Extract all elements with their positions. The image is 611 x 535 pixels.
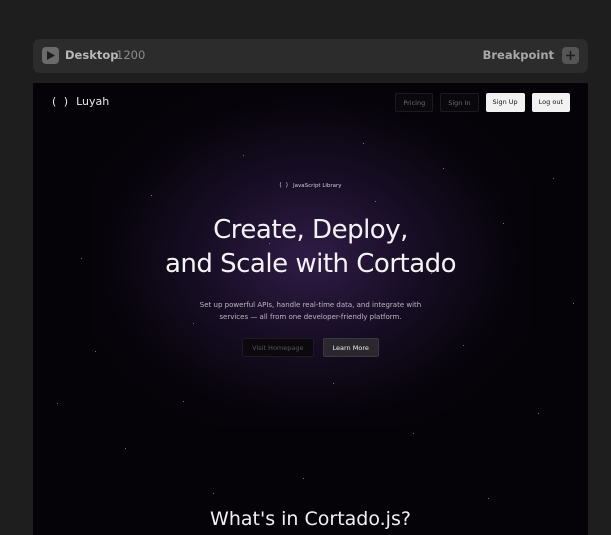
- hero-headline: Create, Deploy, and Scale with Cortado: [33, 213, 588, 281]
- hero-subtitle: Set up powerful APIs, handle real-time d…: [33, 299, 588, 323]
- visit-homepage-button[interactable]: Visit Homepage: [242, 338, 314, 357]
- star-dot: [488, 498, 489, 499]
- star-dot: [303, 478, 304, 479]
- log-out-button[interactable]: Log out: [531, 93, 570, 112]
- star-dot: [125, 448, 126, 449]
- star-dot: [57, 403, 58, 404]
- badge-text: JavaScript Library: [293, 183, 342, 189]
- features-section-title: What's in Cortado.js?: [210, 508, 411, 530]
- breakpoint-width[interactable]: 1200: [116, 48, 145, 62]
- hero-subtitle-line-2: services — all from one developer-friend…: [219, 313, 402, 321]
- site-preview-canvas: ( ) Luyah Pricing Sign In Sign Up Log ou…: [33, 83, 588, 535]
- star-dot: [243, 155, 244, 156]
- breakpoint-toolbar: Desktop 1200 Breakpoint: [33, 39, 588, 73]
- star-dot: [553, 178, 554, 179]
- preview-play-button[interactable]: [42, 47, 59, 64]
- sign-up-button[interactable]: Sign Up: [485, 93, 525, 112]
- logo-mark: ( ): [52, 95, 71, 108]
- nav-sign-in-link[interactable]: Sign In: [440, 93, 479, 112]
- star-dot: [443, 168, 444, 169]
- star-dot: [413, 433, 414, 434]
- star-dot: [193, 323, 194, 324]
- site-logo[interactable]: ( ) Luyah: [52, 95, 109, 108]
- site-nav: Pricing Sign In Sign Up Log out: [395, 93, 570, 112]
- device-label[interactable]: Desktop: [65, 48, 118, 62]
- hero-subtitle-line-1: Set up powerful APIs, handle real-time d…: [199, 301, 422, 309]
- logo-text: Luyah: [76, 95, 110, 108]
- plus-icon: [566, 51, 575, 60]
- hero-headline-line-1: Create, Deploy,: [213, 215, 408, 245]
- library-badge: ( ) JavaScript Library: [33, 182, 588, 189]
- star-dot: [151, 195, 152, 196]
- hero-headline-line-2: and Scale with Cortado: [164, 249, 457, 279]
- star-dot: [183, 401, 184, 402]
- star-dot: [363, 143, 364, 144]
- nav-pricing-link[interactable]: Pricing: [395, 93, 434, 112]
- star-dot: [375, 201, 376, 202]
- badge-mark: ( ): [279, 182, 290, 189]
- star-dot: [333, 383, 334, 384]
- star-dot: [213, 493, 214, 494]
- star-dot: [538, 413, 539, 414]
- breakpoint-label: Breakpoint: [482, 48, 554, 62]
- add-breakpoint-button[interactable]: [562, 47, 579, 64]
- learn-more-button[interactable]: Learn More: [322, 338, 379, 357]
- hero-cta-group: Visit Homepage Learn More: [33, 338, 588, 357]
- play-icon: [46, 51, 55, 60]
